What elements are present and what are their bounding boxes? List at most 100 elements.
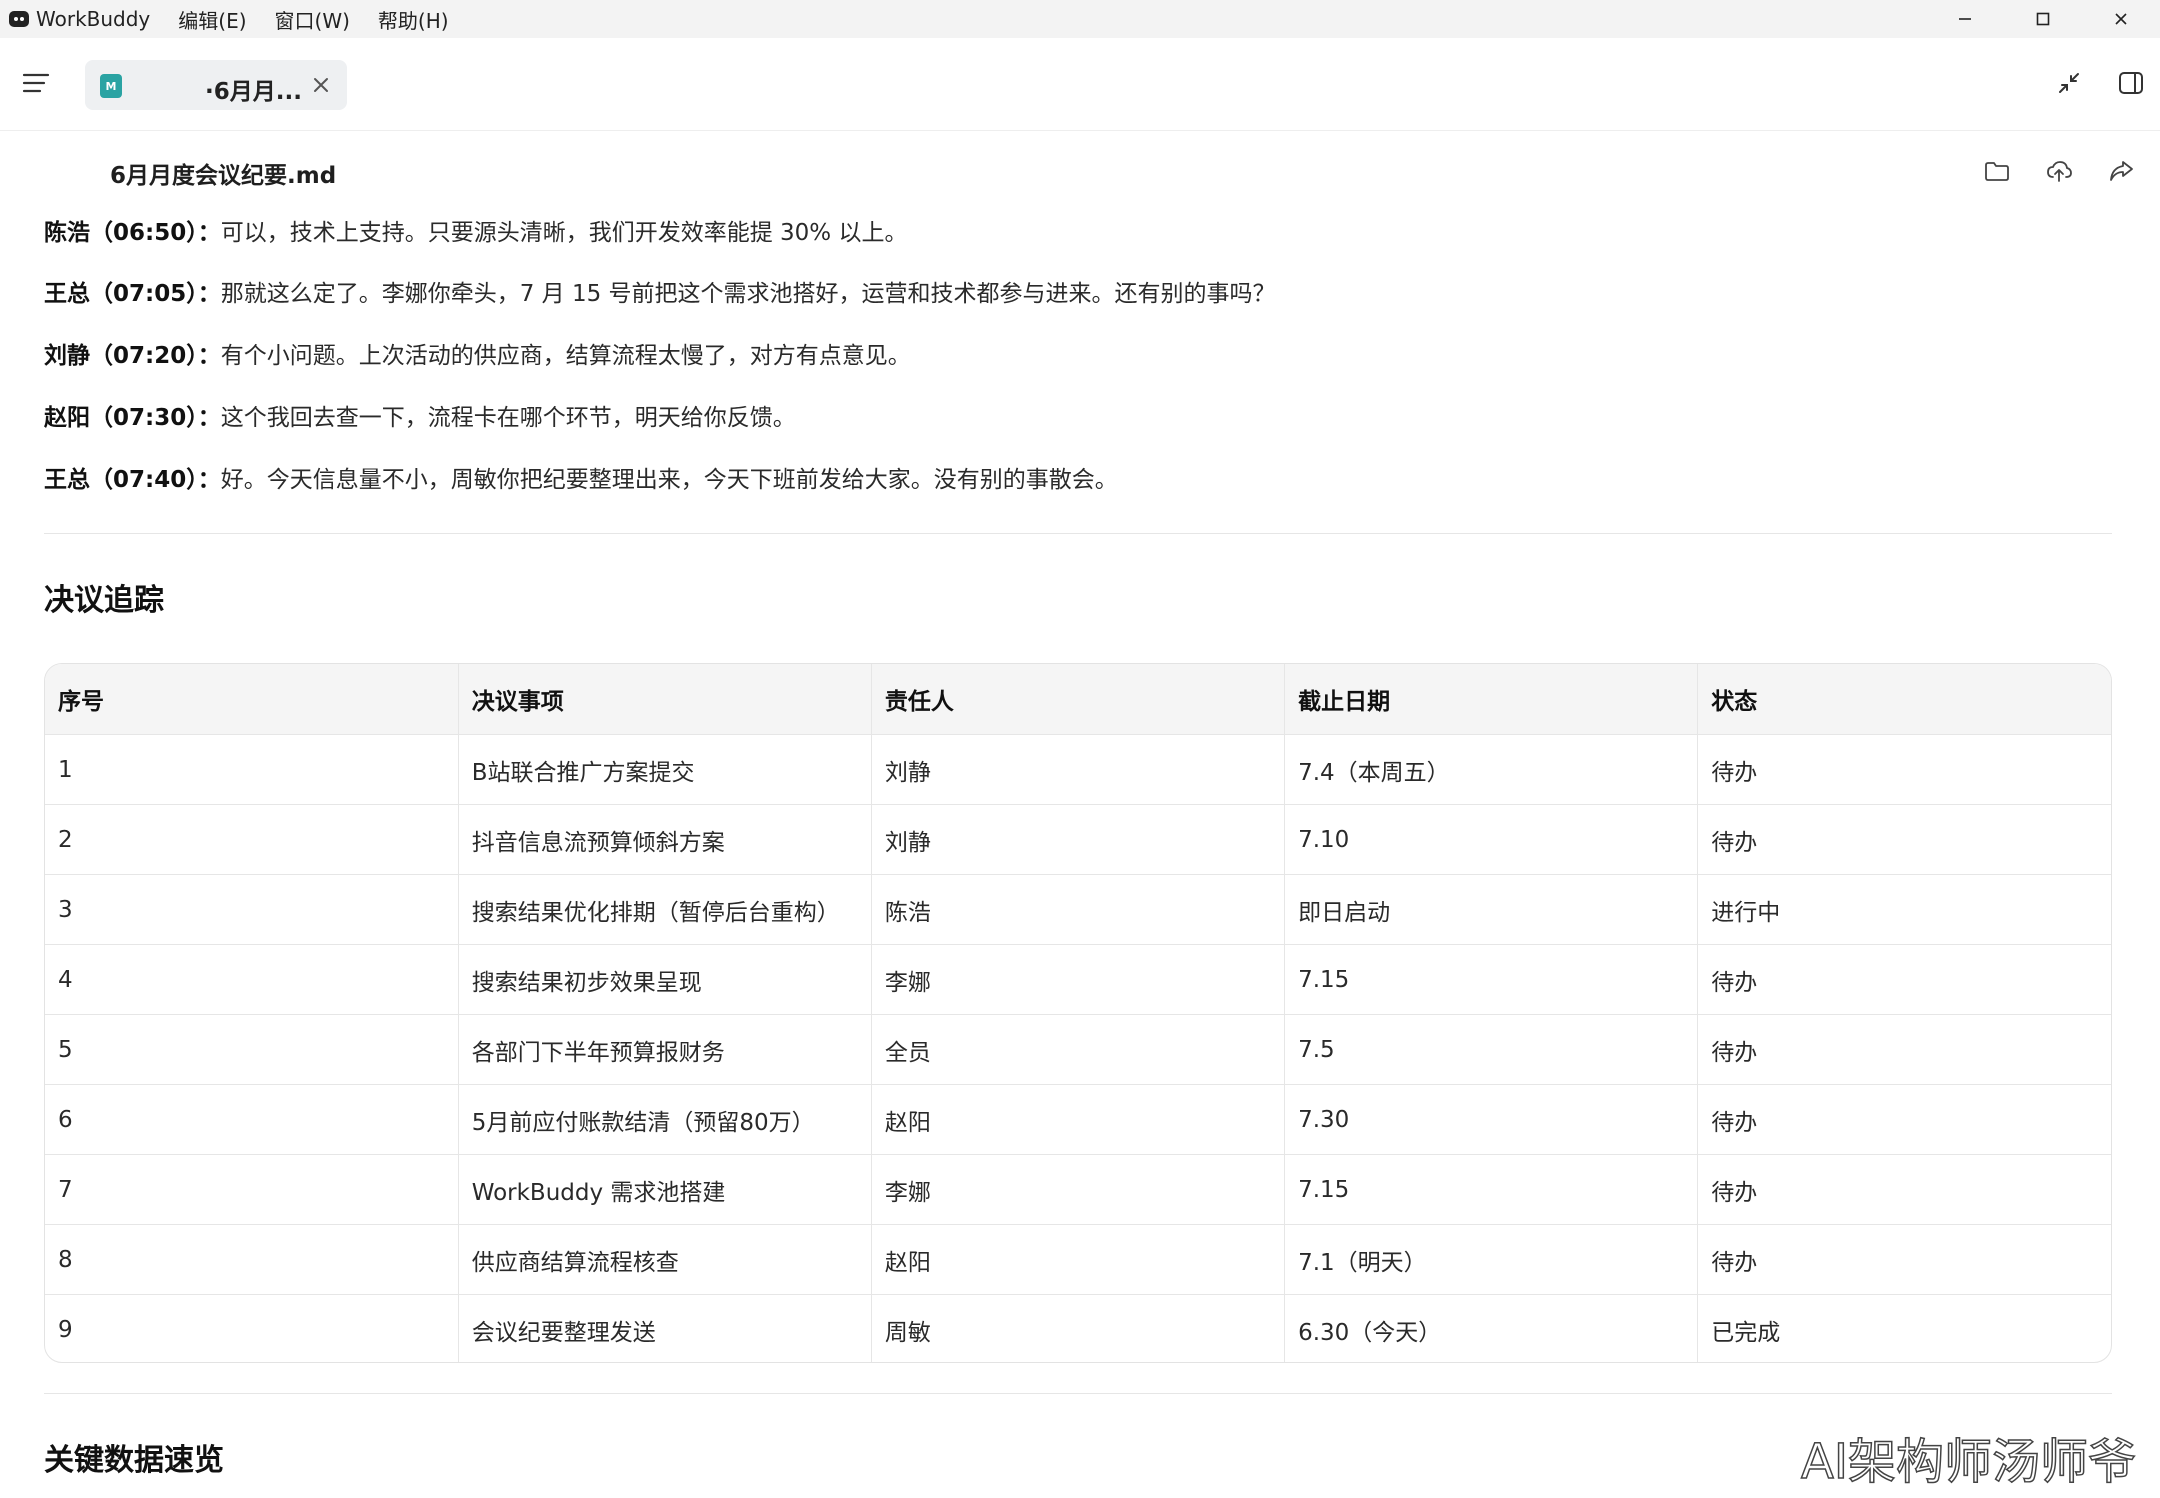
tab-title: ·6月月... bbox=[205, 79, 302, 105]
column-header-item: 决议事项 bbox=[458, 664, 872, 735]
folder-icon[interactable] bbox=[1982, 156, 2012, 186]
cell-number: 5 bbox=[45, 1014, 459, 1085]
column-header-deadline: 截止日期 bbox=[1284, 664, 1699, 735]
transcript-line: 刘静（07:20）：有个小问题。上次活动的供应商，结算流程太慢了，对方有点意见。 bbox=[44, 340, 911, 372]
cell-deadline: 7.10 bbox=[1284, 804, 1699, 875]
speech-text: 那就这么定了。李娜你牵头，7 月 15 号前把这个需求池搭好，运营和技术都参与进… bbox=[220, 281, 1276, 307]
menu-edit[interactable]: 编辑(E) bbox=[178, 5, 246, 34]
cell-item: 搜索结果优化排期（暂停后台重构） bbox=[458, 874, 872, 945]
table-row: 1 B站联合推广方案提交 刘静 7.4（本周五） 待办 bbox=[45, 734, 2111, 805]
collapse-icon[interactable] bbox=[2054, 68, 2084, 98]
column-header-number: 序号 bbox=[45, 664, 459, 735]
table-row: 2 抖音信息流预算倾斜方案 刘静 7.10 待办 bbox=[45, 804, 2111, 875]
close-window-button[interactable] bbox=[2082, 0, 2160, 38]
cell-item: 会议纪要整理发送 bbox=[458, 1294, 872, 1362]
menu-help[interactable]: 帮助(H) bbox=[378, 5, 449, 34]
cell-owner: 全员 bbox=[871, 1014, 1286, 1085]
speaker-label: 赵阳（07:30）： bbox=[44, 405, 221, 431]
cell-number: 1 bbox=[45, 734, 459, 805]
tab-bar-actions bbox=[2054, 68, 2160, 98]
cell-item: 各部门下半年预算报财务 bbox=[458, 1014, 872, 1085]
speaker-label: 王总（07:40）： bbox=[44, 467, 221, 493]
speech-text: 可以，技术上支持。只要源头清晰，我们开发效率能提 30% 以上。 bbox=[220, 220, 908, 246]
share-icon[interactable] bbox=[2106, 156, 2136, 186]
document-file-name: 6月月度会议纪要.md bbox=[110, 163, 337, 189]
cell-item: 供应商结算流程核查 bbox=[458, 1224, 872, 1295]
cell-number: 2 bbox=[45, 804, 459, 875]
transcript-line: 王总（07:40）：好。今天信息量不小，周敏你把纪要整理出来，今天下班前发给大家… bbox=[44, 464, 1118, 496]
cell-deadline: 即日启动 bbox=[1284, 874, 1699, 945]
cloud-upload-icon[interactable] bbox=[2044, 156, 2074, 186]
sidebar-menu-icon[interactable] bbox=[22, 72, 50, 94]
cell-status: 进行中 bbox=[1697, 874, 2111, 945]
speaker-label: 王总（07:05）： bbox=[44, 281, 221, 307]
cell-owner: 李娜 bbox=[871, 1154, 1286, 1225]
divider bbox=[44, 533, 2112, 534]
markdown-file-icon: M bbox=[100, 74, 122, 98]
table-row: 3 搜索结果优化排期（暂停后台重构） 陈浩 即日启动 进行中 bbox=[45, 874, 2111, 945]
column-header-status: 状态 bbox=[1697, 664, 2111, 735]
speech-text: 这个我回去查一下，流程卡在哪个环节，明天给你反馈。 bbox=[220, 405, 796, 431]
tab-close-icon[interactable] bbox=[311, 75, 331, 95]
transcript-line: 王总（07:05）：那就这么定了。李娜你牵头，7 月 15 号前把这个需求池搭好… bbox=[44, 278, 1276, 310]
cell-item: B站联合推广方案提交 bbox=[458, 734, 872, 805]
cell-owner: 李娜 bbox=[871, 944, 1286, 1015]
document-actions bbox=[1950, 156, 2136, 186]
cell-owner: 刘静 bbox=[871, 734, 1286, 805]
speaker-label: 刘静（07:20）： bbox=[44, 343, 221, 369]
toggle-panel-icon[interactable] bbox=[2116, 68, 2146, 98]
transcript-line: 赵阳（07:30）：这个我回去查一下，流程卡在哪个环节，明天给你反馈。 bbox=[44, 402, 796, 434]
section-title-resolution-tracking: 决议追踪 bbox=[44, 583, 164, 618]
section-title-key-data: 关键数据速览 bbox=[44, 1443, 224, 1478]
cell-number: 4 bbox=[45, 944, 459, 1015]
cell-item: WorkBuddy 需求池搭建 bbox=[458, 1154, 872, 1225]
cell-deadline: 7.30 bbox=[1284, 1084, 1699, 1155]
table-row: 8 供应商结算流程核查 赵阳 7.1（明天） 待办 bbox=[45, 1224, 2111, 1295]
speech-text: 有个小问题。上次活动的供应商，结算流程太慢了，对方有点意见。 bbox=[220, 343, 911, 369]
table-header-row: 序号 决议事项 责任人 截止日期 状态 bbox=[45, 664, 2111, 735]
cell-status: 待办 bbox=[1697, 1224, 2111, 1295]
cell-number: 9 bbox=[45, 1294, 459, 1362]
cell-status: 待办 bbox=[1697, 944, 2111, 1015]
close-icon bbox=[2115, 13, 2127, 25]
table-row: 7 WorkBuddy 需求池搭建 李娜 7.15 待办 bbox=[45, 1154, 2111, 1225]
cell-status: 待办 bbox=[1697, 734, 2111, 805]
workbuddy-logo-icon bbox=[9, 11, 29, 27]
window-controls bbox=[1926, 0, 2160, 38]
cell-owner: 赵阳 bbox=[871, 1084, 1286, 1155]
table-row: 6 5月前应付账款结清（预留80万） 赵阳 7.30 待办 bbox=[45, 1084, 2111, 1155]
cell-status: 待办 bbox=[1697, 1154, 2111, 1225]
cell-item: 5月前应付账款结清（预留80万） bbox=[458, 1084, 872, 1155]
cell-deadline: 7.15 bbox=[1284, 944, 1699, 1015]
transcript-line: 陈浩（06:50）：可以，技术上支持。只要源头清晰，我们开发效率能提 30% 以… bbox=[44, 217, 907, 249]
menu-window[interactable]: 窗口(W) bbox=[275, 5, 350, 34]
cell-owner: 刘静 bbox=[871, 804, 1286, 875]
minimize-icon bbox=[1959, 18, 1971, 20]
cell-number: 6 bbox=[45, 1084, 459, 1155]
cell-deadline: 7.1（明天） bbox=[1284, 1224, 1699, 1295]
maximize-button[interactable] bbox=[2004, 0, 2082, 38]
speaker-label: 陈浩（06:50）： bbox=[44, 220, 221, 246]
watermark-text: AI架构师汤师爷 bbox=[1800, 1433, 2137, 1491]
cell-status: 已完成 bbox=[1711, 1319, 1781, 1346]
minimize-button[interactable] bbox=[1926, 0, 2004, 38]
tab-document[interactable]: M ·6月月... bbox=[85, 60, 347, 110]
cell-status: 待办 bbox=[1697, 804, 2111, 875]
cell-deadline: 7.4（本周五） bbox=[1284, 734, 1699, 805]
cell-number: 7 bbox=[45, 1154, 459, 1225]
cell-status: 待办 bbox=[1697, 1084, 2111, 1155]
resolution-table: 序号 决议事项 责任人 截止日期 状态 1 B站联合推广方案提交 刘静 7.4（… bbox=[44, 663, 2112, 1363]
table-row: 9 会议纪要整理发送 周敏 6.30（今天） 已完成 bbox=[45, 1294, 2111, 1362]
cell-owner: 周敏 bbox=[871, 1294, 1286, 1362]
cell-owner: 赵阳 bbox=[871, 1224, 1286, 1295]
cell-number: 3 bbox=[45, 874, 459, 945]
cell-item: 搜索结果初步效果呈现 bbox=[458, 944, 872, 1015]
cell-deadline: 7.5 bbox=[1284, 1014, 1699, 1085]
divider bbox=[44, 1393, 2112, 1394]
cell-item: 抖音信息流预算倾斜方案 bbox=[458, 804, 872, 875]
cell-owner: 陈浩 bbox=[871, 874, 1286, 945]
cell-number: 8 bbox=[45, 1224, 459, 1295]
tab-bar: M ·6月月... bbox=[0, 38, 2160, 131]
app-name: WorkBuddy bbox=[36, 7, 151, 31]
speech-text: 好。今天信息量不小，周敏你把纪要整理出来，今天下班前发给大家。没有别的事散会。 bbox=[220, 467, 1118, 493]
